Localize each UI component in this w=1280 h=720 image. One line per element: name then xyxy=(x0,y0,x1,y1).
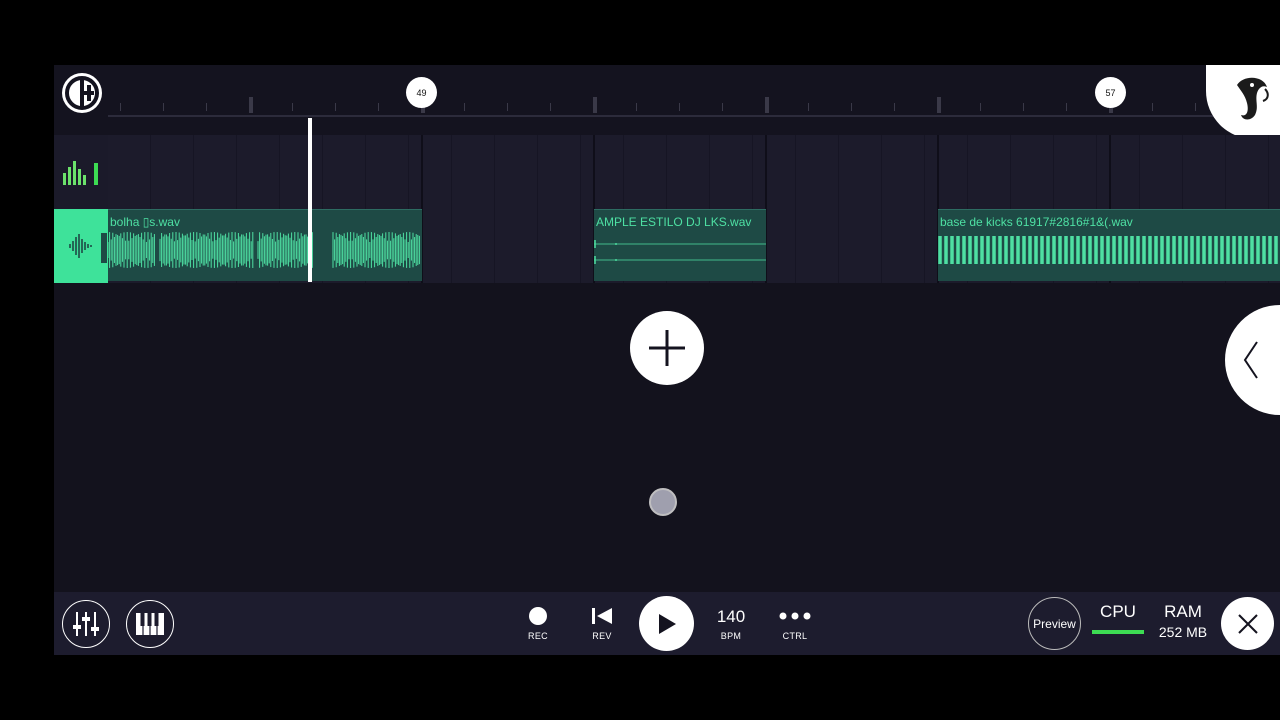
skip-back-icon xyxy=(592,607,612,624)
clip-waveform xyxy=(938,236,1278,264)
ruler-tick xyxy=(894,103,895,111)
clip-waveform xyxy=(108,232,420,268)
ram-value: 252 MB xyxy=(1158,624,1208,640)
menu-button[interactable] xyxy=(62,73,102,113)
waveform-icon xyxy=(69,234,92,258)
level-meter-icon xyxy=(63,161,98,185)
close-icon xyxy=(1237,613,1258,634)
track-row-master[interactable] xyxy=(108,135,1280,209)
bar-marker-49[interactable]: 49 xyxy=(406,77,437,108)
bpm-label: BPM xyxy=(720,630,742,641)
ruler-tick xyxy=(507,103,508,111)
audio-clip-3[interactable]: base de kicks 61917#2816#1&(.wav xyxy=(938,209,1280,281)
audio-track-header[interactable] xyxy=(54,209,108,283)
add-track-button[interactable] xyxy=(630,311,704,385)
master-track-header[interactable] xyxy=(54,135,108,209)
plus-icon xyxy=(649,330,685,366)
ruler-tick xyxy=(249,97,253,113)
ruler-tick xyxy=(120,103,121,111)
ruler-tick xyxy=(378,103,379,111)
mixer-icon xyxy=(73,612,99,636)
record-label: REC xyxy=(528,630,548,641)
playhead[interactable] xyxy=(308,118,312,282)
clip-label: AMPLE ESTILO DJ LKS.wav xyxy=(596,215,752,229)
ram-meter: RAM 252 MB xyxy=(1152,602,1214,640)
record-icon xyxy=(529,606,547,625)
clip-waveform xyxy=(594,240,766,264)
ruler-tick xyxy=(550,103,551,111)
menu-icon xyxy=(65,76,99,110)
ruler-tick xyxy=(765,97,769,113)
close-button[interactable] xyxy=(1221,597,1274,650)
ruler-tick xyxy=(937,97,941,113)
ruler-tick xyxy=(206,103,207,111)
ruler-tick xyxy=(464,103,465,111)
ruler-tick xyxy=(292,103,293,111)
track-selector-handle[interactable] xyxy=(101,233,107,263)
cpu-bar xyxy=(1092,630,1144,634)
ruler-tick xyxy=(335,103,336,111)
play-button[interactable] xyxy=(639,596,694,651)
ruler-tick xyxy=(1023,103,1024,111)
preview-button[interactable]: Preview xyxy=(1028,597,1081,650)
rewind-label: REV xyxy=(592,630,612,641)
ruler-tick xyxy=(636,103,637,111)
rewind-button[interactable]: REV xyxy=(588,592,616,655)
ruler-tick xyxy=(808,103,809,111)
controls-button[interactable]: CTRL xyxy=(776,592,814,655)
clip-label: bolha ▯s.wav xyxy=(110,215,180,229)
ruler-tick xyxy=(593,97,597,113)
bar-marker-57[interactable]: 57 xyxy=(1095,77,1126,108)
cpu-meter: CPU xyxy=(1092,602,1144,634)
mixer-button[interactable] xyxy=(62,600,110,648)
bpm-value: 140 xyxy=(716,606,746,626)
audio-clip-1[interactable]: bolha ▯s.wav xyxy=(108,209,422,281)
chevron-left-icon xyxy=(1243,341,1258,379)
tempo-button[interactable]: 140 BPM xyxy=(710,592,752,655)
ram-label: RAM xyxy=(1164,602,1202,621)
audio-clip-2[interactable]: AMPLE ESTILO DJ LKS.wav xyxy=(594,209,766,281)
record-button[interactable]: REC xyxy=(524,592,552,655)
ruler-tick xyxy=(1195,103,1196,111)
more-icon xyxy=(779,612,811,619)
ruler-tick xyxy=(163,103,164,111)
bottom-toolbar: REC REV 140 BPM CTRL Preview CPU RAM 252… xyxy=(54,592,1280,655)
ruler-tick xyxy=(980,103,981,111)
ruler-tick xyxy=(851,103,852,111)
ruler-baseline xyxy=(108,115,1280,117)
clip-label: base de kicks 61917#2816#1&(.wav xyxy=(940,215,1133,229)
touch-indicator xyxy=(649,488,677,516)
cpu-label: CPU xyxy=(1100,602,1136,621)
ruler-tick xyxy=(722,103,723,111)
fl-logo-icon xyxy=(1237,77,1269,120)
fl-studio-mobile-app: 49 57 bolha ▯s.wav AMPLE ESTILO DJ LKS.w… xyxy=(54,65,1280,655)
play-icon xyxy=(658,613,676,634)
ruler-tick xyxy=(1152,103,1153,111)
piano-icon xyxy=(136,613,164,635)
ruler-tick xyxy=(679,103,680,111)
piano-button[interactable] xyxy=(126,600,174,648)
ruler-tick xyxy=(1066,103,1067,111)
timeline-ruler[interactable]: 49 57 xyxy=(54,65,1280,135)
controls-label: CTRL xyxy=(782,630,808,641)
